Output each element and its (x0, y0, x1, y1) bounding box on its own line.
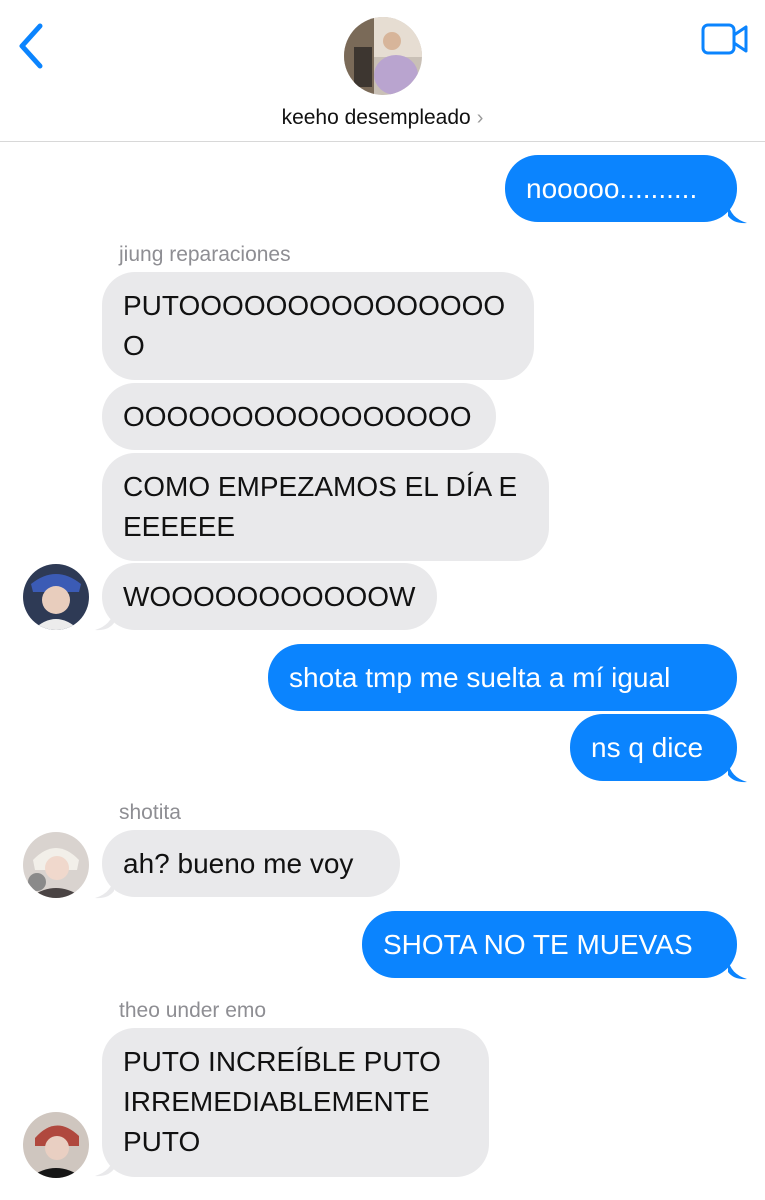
message-thread[interactable]: nooooo.......... jiung reparaciones PUTO… (0, 142, 765, 1200)
incoming-message[interactable]: PUTO INCREÍBLE PUTO IRREMEDIABLEMENTE PU… (102, 1028, 489, 1177)
incoming-message[interactable]: PUTOOOOOOOOOOOOOOOO (102, 272, 534, 380)
video-camera-icon[interactable] (701, 22, 749, 56)
conversation-header: keeho desempleado › (0, 0, 765, 142)
contact-name[interactable]: keeho desempleado › (0, 106, 765, 130)
incoming-message[interactable]: ah? bueno me voy (102, 830, 400, 897)
sender-name: jiung reparaciones (119, 243, 291, 266)
sender-name: theo under emo (119, 999, 267, 1022)
outgoing-message[interactable]: SHOTA NO TE MUEVAS (362, 911, 737, 978)
sender-name: shotita (119, 801, 181, 824)
bubble-tail (95, 609, 114, 631)
chevron-left-icon[interactable] (14, 22, 48, 70)
bubble-tail (728, 958, 747, 980)
incoming-message[interactable]: OOOOOOOOOOOOOOOO (102, 383, 496, 450)
bubble-tail (95, 1155, 114, 1177)
outgoing-message[interactable]: shota tmp me suelta a mí igual (268, 644, 737, 711)
sender-avatar[interactable] (23, 1112, 89, 1178)
sender-avatar[interactable] (23, 564, 89, 630)
bubble-tail (728, 761, 747, 783)
sender-avatar[interactable] (23, 832, 89, 898)
contact-avatar[interactable] (344, 17, 422, 95)
outgoing-message[interactable]: nooooo.......... (505, 155, 737, 222)
bubble-tail (95, 877, 114, 899)
outgoing-message[interactable]: ns q dice (570, 714, 737, 781)
bubble-tail (728, 202, 747, 224)
incoming-message[interactable]: WOOOOOOOOOOOW (102, 563, 437, 630)
incoming-message[interactable]: COMO EMPEZAMOS EL DÍA EEEEEEE (102, 453, 549, 561)
chevron-right-icon: › (476, 107, 484, 129)
